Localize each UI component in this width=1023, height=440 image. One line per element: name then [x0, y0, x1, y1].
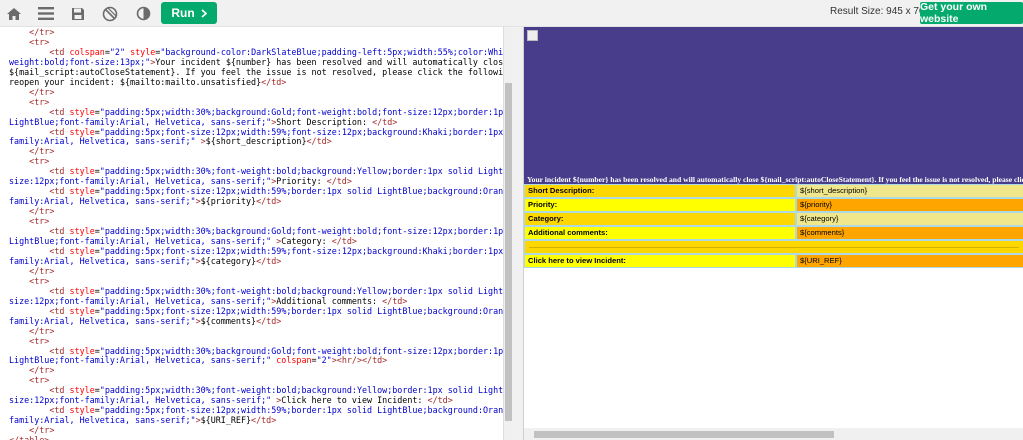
toolbar: Run Result Size: 945 x 768 Get your own … [0, 0, 1023, 27]
editor-scrollbar[interactable] [503, 27, 513, 440]
priority-value: ${priority} [796, 198, 1023, 212]
table-row: Click here to view Incident: ${URI_REF} [524, 254, 1023, 268]
horizontal-rule [529, 247, 1019, 248]
editor-scrollbar-thumb[interactable] [505, 83, 512, 421]
table-row: Additional comments: ${comments} [524, 226, 1023, 240]
result-pane: Your incident ${number} has been resolve… [523, 27, 1023, 440]
view-incident-value: ${URI_REF} [796, 254, 1023, 268]
short-description-label: Short Description: [524, 184, 796, 198]
resolved-message: Your incident ${number} has been resolve… [524, 175, 1023, 184]
table-row: Category: ${category} [524, 212, 1023, 226]
table-row: Short Description: ${short_description} [524, 184, 1023, 198]
result-size: Result Size: 945 x 768 [830, 6, 931, 17]
priority-label: Priority: [524, 198, 796, 212]
get-own-website-button[interactable]: Get your own website [920, 1, 1023, 25]
table-row: Priority: ${priority} [524, 198, 1023, 212]
run-label: Run [171, 6, 195, 20]
category-value: ${category} [796, 212, 1023, 226]
category-label: Category: [524, 212, 796, 226]
view-incident-label: Click here to view Incident: [524, 254, 796, 268]
run-button[interactable]: Run [161, 2, 217, 24]
menu-icon[interactable] [36, 4, 56, 23]
pane-divider[interactable] [513, 27, 523, 440]
chevron-right-icon [201, 8, 207, 18]
resolved-message-text: Your incident ${number} has been resolve… [527, 175, 1023, 184]
save-icon[interactable] [68, 4, 88, 23]
home-icon[interactable] [4, 4, 24, 23]
result-scrollbar-thumb[interactable] [534, 431, 834, 438]
comments-value: ${comments} [796, 226, 1023, 240]
code-text[interactable]: </tr> <tr> <td colspan="2" style="backgr… [9, 27, 503, 440]
divider-row [524, 240, 1023, 254]
banner [524, 27, 1023, 175]
short-description-value: ${short_description} [796, 184, 1023, 198]
code-editor[interactable]: </tr> <tr> <td colspan="2" style="backgr… [0, 27, 503, 440]
broken-image-icon [527, 30, 538, 41]
result-scrollbar[interactable] [524, 428, 1023, 440]
contrast-icon[interactable] [133, 4, 153, 23]
rotate-icon[interactable] [100, 4, 120, 23]
comments-label: Additional comments: [524, 226, 796, 240]
